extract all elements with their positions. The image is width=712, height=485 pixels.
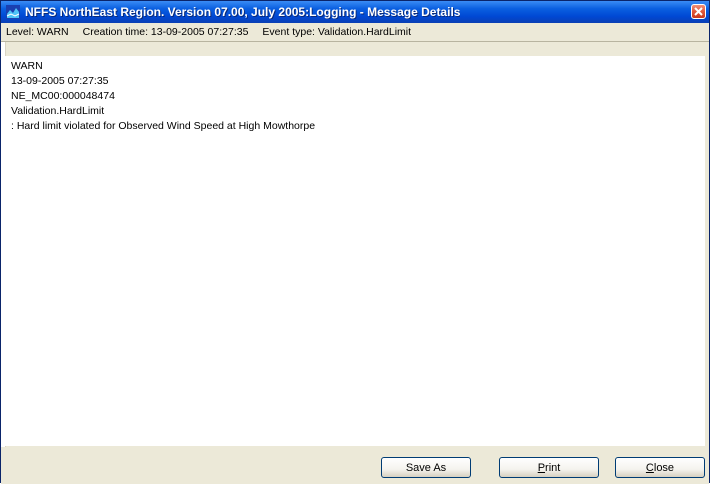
close-button[interactable]: Close [615, 457, 705, 478]
app-icon [6, 5, 20, 19]
message-line-event-type: Validation.HardLimit [11, 105, 105, 117]
print-mnemonic: P [537, 461, 546, 474]
print-label-rest: rint [545, 461, 561, 474]
message-line-level: WARN [11, 60, 43, 72]
window-title: NFFS NorthEast Region. Version 07.00, Ju… [25, 5, 461, 19]
close-icon [694, 7, 703, 16]
save-as-button[interactable]: Save As [381, 457, 471, 478]
print-button[interactable]: Print [499, 457, 599, 478]
message-line-id: NE_MC00:000048474 [11, 90, 115, 102]
level-field: Level: WARN [6, 26, 69, 38]
creation-time-field: Creation time: 13-09-2005 07:27:35 [82, 26, 249, 38]
close-label-rest: lose [653, 461, 675, 474]
title-bar[interactable]: NFFS NorthEast Region. Version 07.00, Ju… [1, 1, 709, 23]
event-type-field: Event type: Validation.HardLimit [262, 26, 412, 38]
button-bar: Save As Print Close [1, 447, 709, 484]
save-as-label: Save As [405, 461, 447, 474]
message-line-description: : Hard limit violated for Observed Wind … [11, 120, 316, 132]
message-text-area[interactable]: WARN 13-09-2005 07:27:35 NE_MC00:0000484… [5, 56, 705, 446]
message-info-bar: Level: WARN Creation time: 13-09-2005 07… [1, 23, 709, 42]
close-mnemonic: C [645, 461, 654, 474]
message-line-timestamp: 13-09-2005 07:27:35 [11, 75, 109, 87]
message-details-window: NFFS NorthEast Region. Version 07.00, Ju… [0, 0, 710, 484]
close-window-button[interactable] [691, 4, 706, 19]
